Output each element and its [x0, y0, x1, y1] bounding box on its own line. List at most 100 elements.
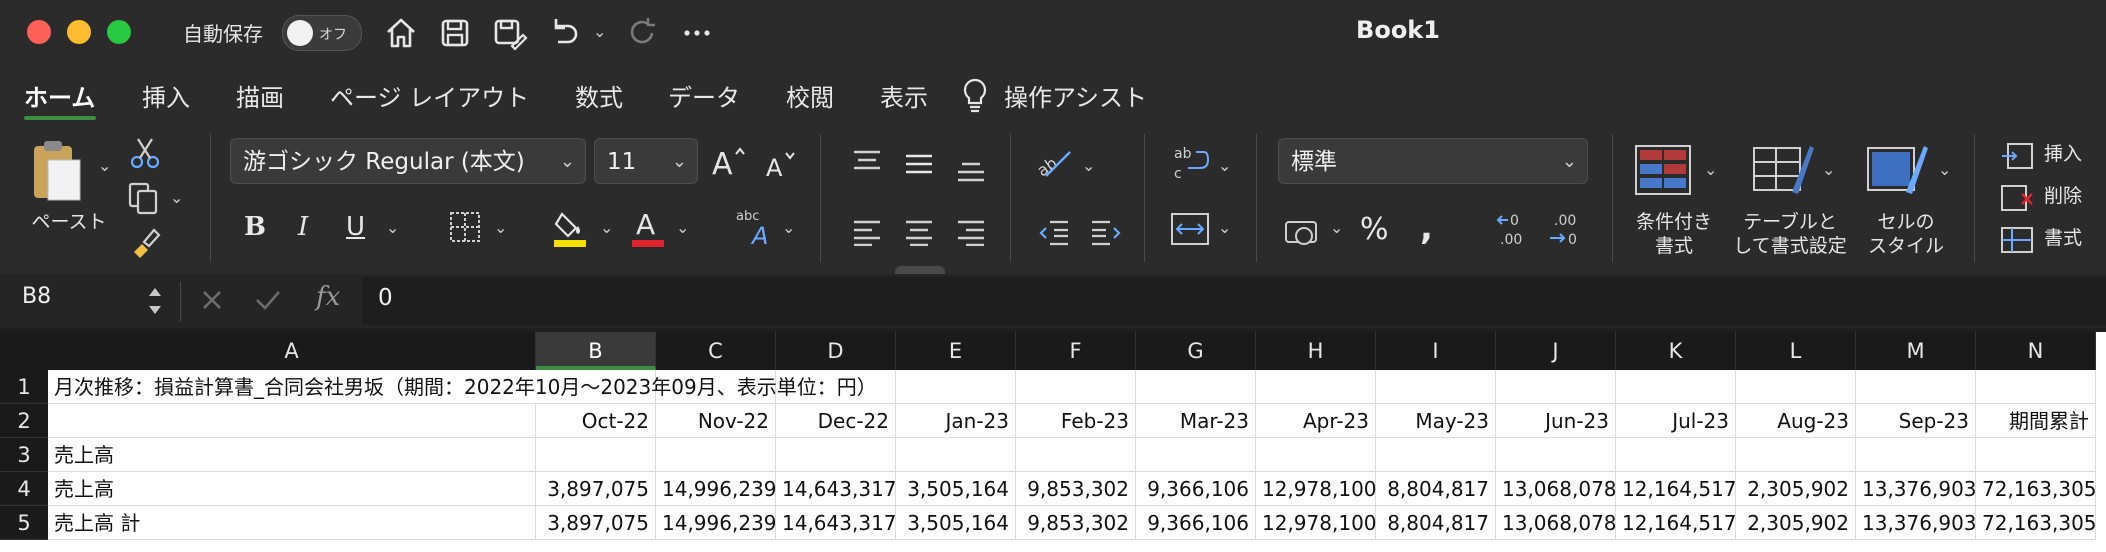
copy-dropdown-icon[interactable]: ⌄ — [170, 188, 183, 207]
cell-l3[interactable] — [1736, 438, 1856, 472]
column-header-m[interactable]: M — [1856, 332, 1976, 370]
insert-cells-label[interactable]: 挿入 — [2044, 142, 2082, 166]
tell-me-search[interactable]: 操作アシスト — [1004, 78, 1147, 113]
cell-h3[interactable] — [1256, 438, 1376, 472]
underline-icon[interactable]: U — [346, 212, 365, 242]
comma-style-icon[interactable]: , — [1420, 208, 1433, 248]
cell-g2[interactable]: Mar-23 — [1136, 404, 1256, 438]
cell-a1[interactable]: 月次推移：損益計算書_合同会社男坂（期間：2022年10月〜2023年09月、表… — [48, 370, 877, 404]
cell-b2[interactable]: Oct-22 — [536, 404, 656, 438]
cell-j5[interactable]: 13,068,078 — [1496, 506, 1617, 540]
cell-g3[interactable] — [1136, 438, 1256, 472]
column-header-b[interactable]: B — [536, 332, 656, 370]
column-header-d[interactable]: D — [776, 332, 896, 370]
cell-m5[interactable]: 13,376,903 — [1856, 506, 1977, 540]
conditional-formatting-icon[interactable] — [1634, 144, 1692, 196]
row-header-4[interactable]: 4 — [0, 472, 48, 506]
italic-icon[interactable]: I — [298, 212, 308, 242]
cell-d4[interactable]: 14,643,317 — [776, 472, 897, 506]
tab-data[interactable]: データ — [668, 78, 740, 113]
delete-cells-label[interactable]: 削除 — [2044, 184, 2082, 208]
tab-home[interactable]: ホーム — [24, 78, 95, 113]
cell-c2[interactable]: Nov-22 — [656, 404, 776, 438]
format-cells-label[interactable]: 書式 — [2044, 226, 2082, 250]
row-header-1[interactable]: 1 — [0, 370, 48, 404]
cancel-icon[interactable] — [200, 288, 224, 312]
cell-c5[interactable]: 14,996,239 — [656, 506, 777, 540]
align-middle-icon[interactable] — [904, 152, 934, 180]
cell-h4[interactable]: 12,978,100 — [1256, 472, 1377, 506]
column-header-l[interactable]: L — [1736, 332, 1856, 370]
cell-l2[interactable]: Aug-23 — [1736, 404, 1856, 438]
cell-i4[interactable]: 8,804,817 — [1376, 472, 1496, 506]
cell-k3[interactable] — [1616, 438, 1736, 472]
align-right-icon[interactable] — [956, 218, 986, 247]
cell-l5[interactable]: 2,305,902 — [1736, 506, 1856, 540]
cell-b3[interactable] — [536, 438, 656, 472]
cell-styles-dropdown-icon[interactable]: ⌄ — [1938, 160, 1951, 179]
formula-input[interactable] — [362, 277, 2106, 325]
conditional-formatting-dropdown-icon[interactable]: ⌄ — [1704, 160, 1717, 179]
cell-a3[interactable]: 売上高 — [48, 438, 536, 472]
align-left-icon[interactable] — [852, 218, 882, 247]
number-format-dropdown[interactable]: 標準 ⌄ — [1278, 138, 1588, 184]
accounting-format-icon[interactable] — [1284, 214, 1324, 248]
cell-f4[interactable]: 9,853,302 — [1016, 472, 1136, 506]
cell-c3[interactable] — [656, 438, 776, 472]
cell-e3[interactable] — [896, 438, 1016, 472]
font-color-icon[interactable]: A — [630, 206, 666, 248]
cell-e2[interactable]: Jan-23 — [896, 404, 1016, 438]
percent-style-icon[interactable]: % — [1360, 212, 1389, 247]
insert-function-icon[interactable]: fx — [316, 282, 340, 312]
cell-f3[interactable] — [1016, 438, 1136, 472]
format-painter-icon[interactable] — [128, 224, 162, 258]
underline-dropdown-icon[interactable]: ⌄ — [386, 218, 399, 237]
worksheet-grid[interactable]: A B C D E F G H I J K L M N 1 月次推移：損益計算書_合同会社男坂（期間：2022… — [0, 332, 2106, 552]
borders-icon[interactable] — [448, 210, 482, 244]
phonetic-dropdown-icon[interactable]: ⌄ — [782, 218, 795, 237]
column-header-h[interactable]: H — [1256, 332, 1376, 370]
column-header-j[interactable]: J — [1496, 332, 1616, 370]
cell-a2[interactable] — [48, 404, 536, 438]
cell-e4[interactable]: 3,505,164 — [896, 472, 1016, 506]
row-header-2[interactable]: 2 — [0, 404, 48, 438]
cell-n2[interactable]: 期間累計 — [1976, 404, 2096, 438]
column-header-f[interactable]: F — [1016, 332, 1136, 370]
font-size-dropdown[interactable]: 11 ⌄ — [594, 138, 698, 184]
cell-j2[interactable]: Jun-23 — [1496, 404, 1616, 438]
align-top-icon[interactable] — [852, 148, 882, 176]
cell-d5[interactable]: 14,643,317 — [776, 506, 897, 540]
decrease-indent-icon[interactable] — [1038, 216, 1070, 248]
cell-k5[interactable]: 12,164,517 — [1616, 506, 1737, 540]
tab-insert[interactable]: 挿入 — [142, 78, 190, 113]
orientation-icon[interactable]: ab — [1033, 144, 1074, 182]
cell-e5[interactable]: 3,505,164 — [896, 506, 1016, 540]
borders-dropdown-icon[interactable]: ⌄ — [494, 218, 507, 237]
select-all-corner[interactable] — [0, 332, 49, 370]
format-as-table-dropdown-icon[interactable]: ⌄ — [1822, 160, 1835, 179]
paste-dropdown-icon[interactable]: ⌄ — [98, 156, 111, 175]
align-center-icon[interactable] — [904, 218, 934, 247]
row-header-5[interactable]: 5 — [0, 506, 48, 540]
increase-font-size-icon[interactable]: A — [708, 142, 748, 182]
decrease-font-size-icon[interactable]: A — [762, 146, 798, 182]
cell-b5[interactable]: 3,897,075 — [536, 506, 656, 540]
cell-n1[interactable] — [1976, 370, 2096, 404]
cut-icon[interactable] — [128, 136, 162, 170]
tab-page-layout[interactable]: ページ レイアウト — [330, 78, 529, 113]
column-header-k[interactable]: K — [1616, 332, 1736, 370]
cell-m2[interactable]: Sep-23 — [1856, 404, 1976, 438]
cell-i3[interactable] — [1376, 438, 1496, 472]
cell-c4[interactable]: 14,996,239 — [656, 472, 777, 506]
copy-icon[interactable] — [126, 180, 162, 216]
cell-l1[interactable] — [1736, 370, 1856, 404]
cell-m3[interactable] — [1856, 438, 1976, 472]
cell-g5[interactable]: 9,366,106 — [1136, 506, 1256, 540]
enter-icon[interactable] — [254, 288, 282, 312]
cell-f2[interactable]: Feb-23 — [1016, 404, 1136, 438]
cell-a4[interactable]: 売上高 — [48, 472, 536, 506]
orientation-dropdown-icon[interactable]: ⌄ — [1082, 156, 1095, 175]
cell-n4[interactable]: 72,163,305 — [1976, 472, 2097, 506]
row-header-3[interactable]: 3 — [0, 438, 48, 472]
tab-view[interactable]: 表示 — [880, 78, 928, 113]
